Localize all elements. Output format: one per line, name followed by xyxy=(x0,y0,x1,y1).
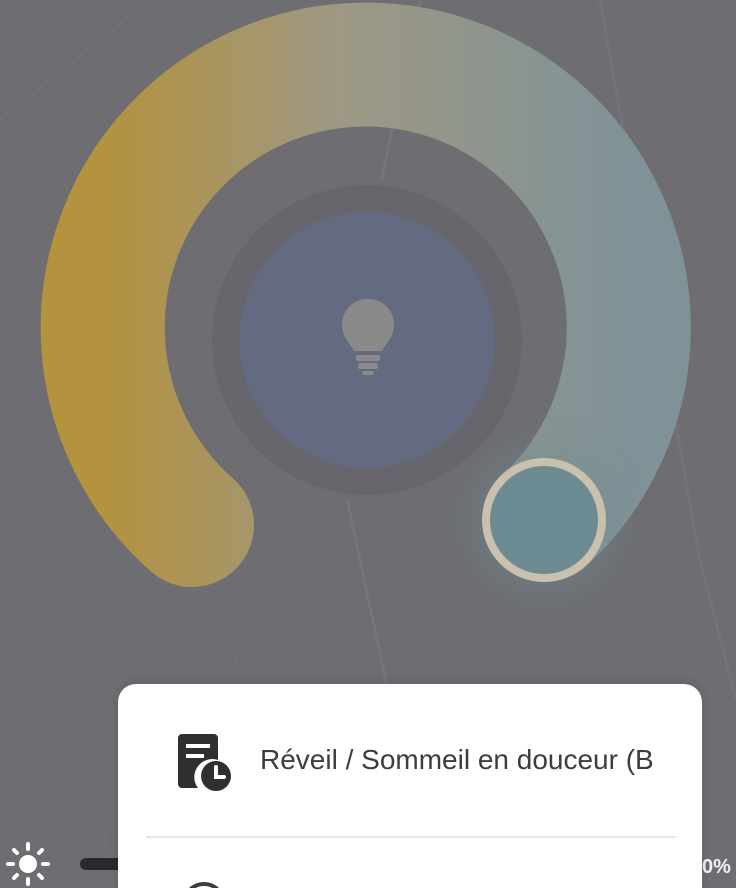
lightbulb-icon[interactable] xyxy=(336,295,400,379)
options-menu: Réveil / Sommeil en douceur (B xyxy=(118,684,702,888)
schedule-icon xyxy=(178,734,231,791)
brightness-value: 0% xyxy=(702,856,731,878)
light-control-screen: 0% Réveil / Sommeil en douceur (B xyxy=(0,0,736,888)
dial-handle[interactable] xyxy=(482,458,606,582)
sun-icon xyxy=(6,842,50,886)
menu-item-wake-sleep[interactable]: Réveil / Sommeil en douceur (B xyxy=(118,724,702,800)
menu-divider xyxy=(146,836,676,838)
clock-icon[interactable] xyxy=(182,882,226,888)
menu-item-label: Réveil / Sommeil en douceur (B xyxy=(260,744,654,775)
